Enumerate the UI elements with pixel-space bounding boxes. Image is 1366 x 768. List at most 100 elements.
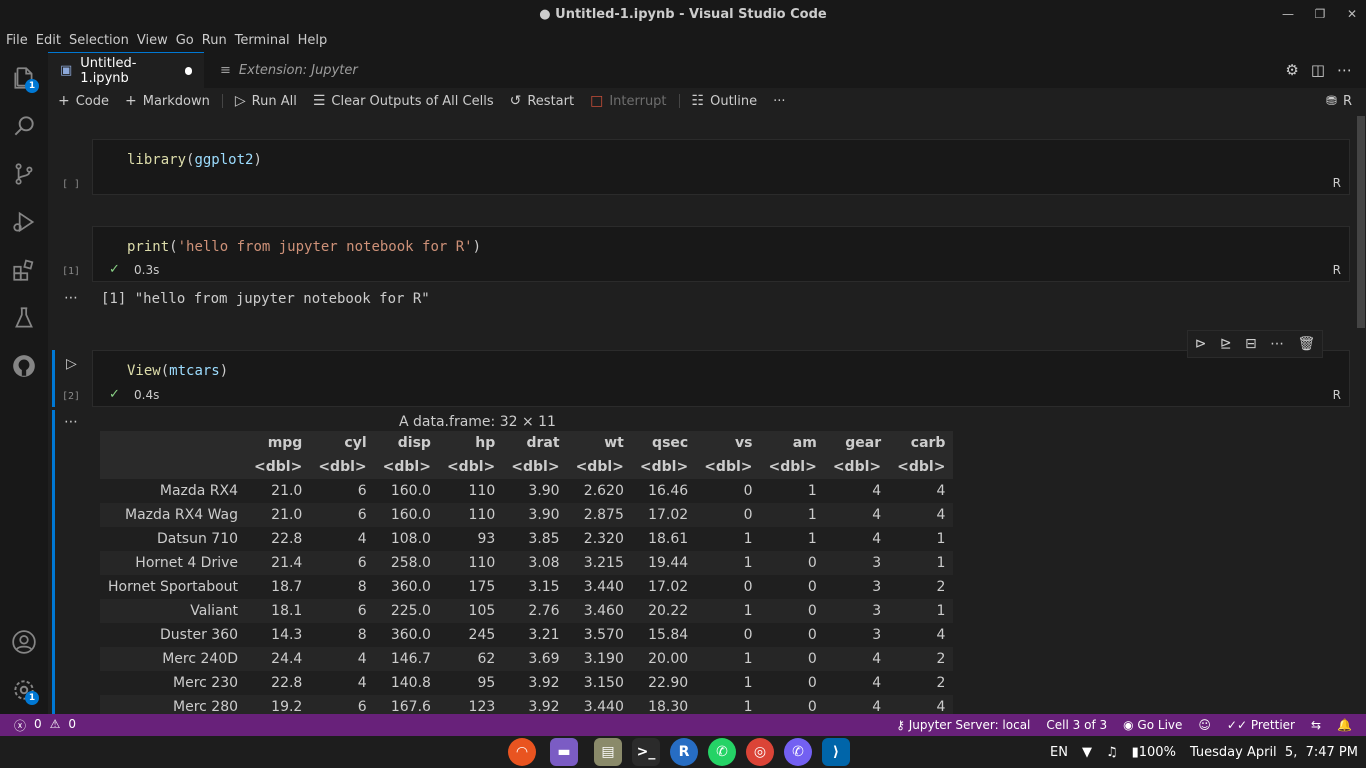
code-cell-2[interactable]: print('hello from jupyter notebook for R… (92, 226, 1350, 282)
manage-gear-icon[interactable]: 1 (0, 666, 48, 714)
menu-go[interactable]: Go (172, 33, 198, 48)
wifi-icon[interactable]: ▼ (1082, 745, 1092, 760)
output-focus-indicator (52, 410, 55, 714)
dataframe-caption: A data.frame: 32 × 11 (399, 414, 556, 430)
menu-run[interactable]: Run (198, 33, 231, 48)
cell-code[interactable]: View(mtcars) (127, 363, 228, 379)
copilot-icon[interactable]: ☺ (1198, 718, 1211, 732)
table-cell: 15.84 (648, 627, 689, 643)
more-actions-icon[interactable]: ⋯ (1337, 61, 1352, 79)
menu-selection[interactable]: Selection (65, 33, 133, 48)
tab-untitled-notebook[interactable]: ▣ Untitled-1.ipynb (48, 52, 204, 88)
table-cell: 146.7 (390, 651, 431, 667)
split-editor-icon[interactable]: ◫ (1311, 61, 1325, 79)
unsaved-dot-icon[interactable] (185, 66, 192, 75)
vscode-app-icon[interactable]: ⟩ (822, 738, 850, 766)
editor-scrollbar[interactable] (1356, 114, 1366, 714)
keyboard-language[interactable]: EN (1050, 745, 1068, 760)
table-cell: 3.190 (583, 651, 624, 667)
cell-language[interactable]: R (1333, 388, 1341, 402)
archive-app-icon[interactable]: ▤ (594, 738, 622, 766)
delete-cell-icon[interactable]: 🗑 (1297, 336, 1315, 352)
account-icon[interactable] (0, 618, 48, 666)
restart-button[interactable]: ↺ Restart (510, 93, 574, 109)
r-app-icon[interactable]: R (670, 738, 698, 766)
prettier-status[interactable]: ✓✓ Prettier (1227, 718, 1295, 732)
chrome-app-icon[interactable]: ◎ (746, 738, 774, 766)
toolbar-more-button[interactable]: ··· (773, 94, 785, 109)
cell-position[interactable]: Cell 3 of 3 (1046, 718, 1107, 732)
explorer-icon[interactable]: 1 (0, 54, 48, 102)
table-cell: 3.215 (583, 555, 624, 571)
cell-more-icon[interactable]: ⋯ (1270, 336, 1284, 352)
files-app-icon[interactable]: ▬ (550, 738, 578, 766)
scrollbar-thumb[interactable] (1357, 116, 1365, 328)
restore-icon[interactable]: ❐ (1306, 0, 1334, 28)
whatsapp-app-icon[interactable]: ✆ (708, 738, 736, 766)
add-code-button[interactable]: + Code (58, 93, 109, 109)
testing-icon[interactable] (0, 294, 48, 342)
minimize-icon[interactable]: — (1274, 0, 1302, 28)
ubuntu-app-icon[interactable]: ◠ (508, 738, 536, 766)
menu-edit[interactable]: Edit (32, 33, 65, 48)
settings-gear-icon[interactable]: ⚙ (1285, 61, 1298, 79)
menu-terminal[interactable]: Terminal (231, 33, 294, 48)
split-cell-icon[interactable]: ⊟ (1245, 336, 1257, 352)
table-cell: 3.08 (528, 555, 560, 571)
feedback-icon[interactable]: ⇆ (1311, 718, 1321, 732)
kernel-picker[interactable]: ⛃ R (1326, 88, 1352, 114)
table-cell: 245 (468, 627, 496, 643)
cell-code[interactable]: library(ggplot2) (127, 152, 262, 168)
table-cell: 3.150 (583, 675, 624, 691)
problems-indicator[interactable]: ⓧ 0 ⚠ 0 (14, 717, 76, 734)
battery-indicator[interactable]: ▮100% (1132, 745, 1176, 760)
cell-language[interactable]: R (1333, 176, 1341, 190)
cell-language[interactable]: R (1333, 263, 1341, 277)
music-icon[interactable]: ♫ (1106, 745, 1118, 760)
column-header: mpg (267, 435, 303, 451)
code-cell-3[interactable]: View(mtcars) ✓ 0.4s R (92, 350, 1350, 407)
tab-extension-jupyter[interactable]: ≡ Extension: Jupyter (208, 52, 370, 88)
restart-icon: ↺ (509, 93, 522, 109)
table-cell: 160.0 (390, 483, 431, 499)
close-icon[interactable]: ✕ (1338, 0, 1366, 28)
run-debug-icon[interactable] (0, 198, 48, 246)
column-type: <dbl> (382, 459, 431, 475)
run-all-button[interactable]: ▷ Run All (235, 93, 297, 109)
github-icon[interactable] (0, 342, 48, 390)
notifications-bell-icon[interactable]: 🔔 (1337, 718, 1352, 732)
table-cell: 175 (468, 579, 496, 595)
add-markdown-button[interactable]: + Markdown (125, 93, 210, 109)
column-header: carb (910, 435, 946, 451)
clock[interactable]: Tuesday April 5, 7:47 PM (1190, 745, 1358, 760)
output-more-icon[interactable]: ⋯ (64, 414, 78, 430)
table-cell: 18.61 (648, 531, 689, 547)
clear-outputs-button[interactable]: ☰ Clear Outputs of All Cells (313, 93, 494, 109)
cell-code[interactable]: print('hello from jupyter notebook for R… (127, 239, 481, 255)
viber-app-icon[interactable]: ✆ (784, 738, 812, 766)
outline-button[interactable]: ☷ Outline (692, 93, 758, 109)
menu-help[interactable]: Help (294, 33, 332, 48)
go-live-button[interactable]: ◉ Go Live (1123, 718, 1182, 732)
menu-view[interactable]: View (133, 33, 172, 48)
run-above-icon[interactable]: ⊳ (1195, 336, 1207, 352)
table-cell: 4 (872, 675, 882, 691)
row-name: Hornet Sportabout (108, 579, 239, 595)
header-row: mpg cyl disp hp drat wt qsec vs am gear … (100, 431, 954, 455)
table-cell: 4 (357, 651, 367, 667)
row-name: Merc 240D (162, 651, 239, 667)
tab-label: Untitled-1.ipynb (80, 55, 137, 86)
output-more-icon[interactable]: ⋯ (64, 290, 78, 306)
table-cell: 105 (468, 603, 496, 619)
source-control-icon[interactable] (0, 150, 48, 198)
extensions-icon[interactable] (0, 246, 48, 294)
table-cell: 0 (807, 579, 817, 595)
menu-file[interactable]: File (2, 33, 32, 48)
run-below-icon[interactable]: ⊵ (1220, 336, 1232, 352)
search-icon[interactable] (0, 102, 48, 150)
run-cell-icon[interactable]: ▷ (66, 356, 77, 372)
code-cell-1[interactable]: library(ggplot2) R (92, 139, 1350, 195)
terminal-app-icon[interactable]: >_ (632, 738, 660, 766)
interrupt-button[interactable]: □ Interrupt (590, 93, 666, 109)
jupyter-server-status[interactable]: ⚷ Jupyter Server: local (896, 718, 1030, 732)
